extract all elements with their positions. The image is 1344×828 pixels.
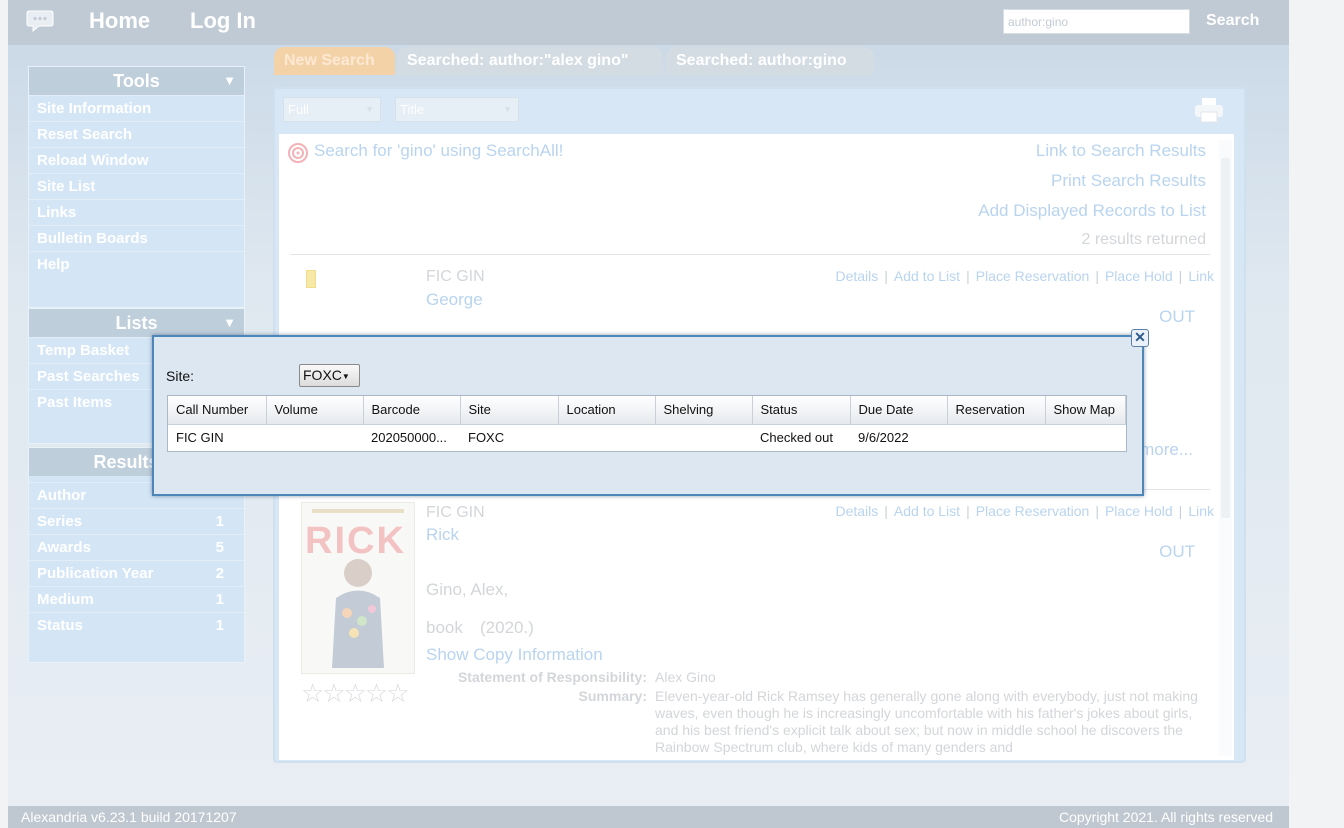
- caret-down-icon: ▼: [341, 371, 350, 381]
- column-header[interactable]: Call Number: [168, 396, 267, 425]
- table-cell: 202050000...: [371, 430, 447, 446]
- copy-info-dialog: Site: FOXC▼ Call Number Volume Barcode S…: [152, 335, 1144, 496]
- table-cell: [947, 424, 1045, 451]
- dialog-overlay: Site: FOXC▼ Call Number Volume Barcode S…: [0, 0, 1344, 828]
- copies-table: Call Number Volume Barcode Site Location…: [167, 395, 1127, 452]
- table-cell: FIC GIN: [176, 430, 224, 446]
- site-label: Site:: [166, 368, 195, 384]
- table-cell: 9/6/2022: [858, 430, 909, 446]
- table-cell: [558, 424, 655, 451]
- column-header[interactable]: Location: [558, 396, 656, 425]
- table-cell: FOXC: [468, 430, 505, 446]
- site-select-value: FOXC: [303, 367, 342, 383]
- column-header[interactable]: Barcode: [363, 396, 461, 425]
- column-header[interactable]: Due Date: [850, 396, 948, 425]
- column-header[interactable]: Status: [752, 396, 851, 425]
- table-header-row: Call Number Volume Barcode Site Location…: [168, 396, 1126, 425]
- column-header[interactable]: Reservation: [947, 396, 1046, 425]
- column-header[interactable]: Site: [460, 396, 559, 425]
- column-header[interactable]: Shelving: [655, 396, 753, 425]
- table-cell: [266, 424, 363, 451]
- table-cell: [655, 424, 752, 451]
- table-cell: [1045, 424, 1126, 451]
- column-header[interactable]: Volume: [266, 396, 364, 425]
- column-header[interactable]: Show Map: [1045, 396, 1126, 425]
- table-cell: Checked out: [760, 430, 833, 446]
- close-icon[interactable]: ✕: [1131, 329, 1149, 347]
- table-row[interactable]: FIC GIN 202050000... FOXC Checked out 9/…: [168, 424, 1126, 451]
- site-select[interactable]: FOXC▼: [299, 364, 360, 387]
